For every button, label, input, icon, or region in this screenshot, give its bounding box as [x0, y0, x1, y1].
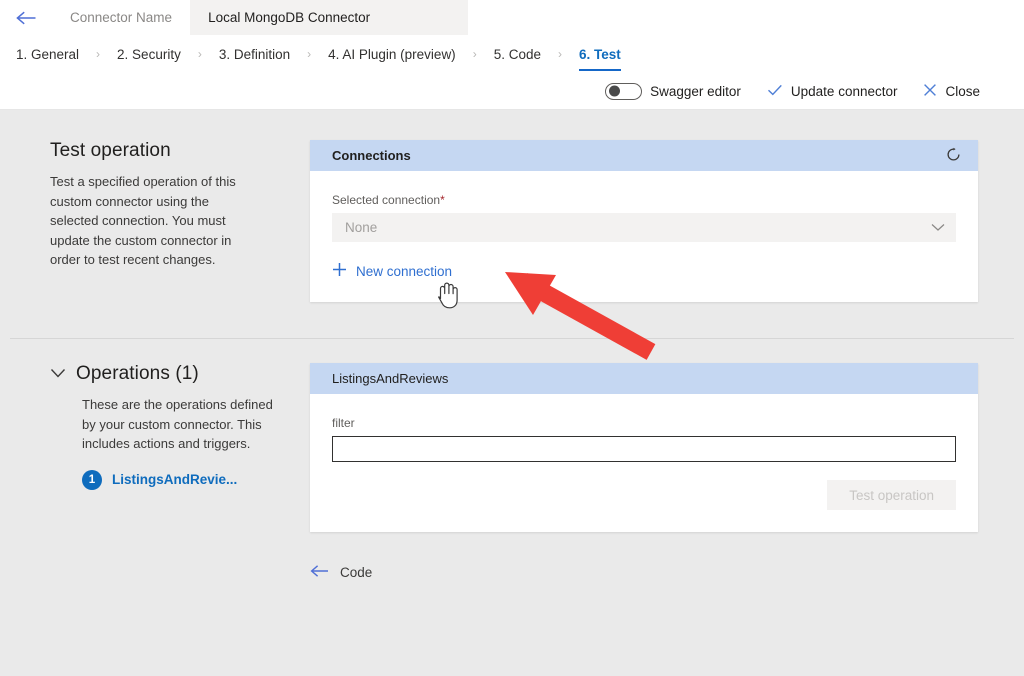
filter-input[interactable] — [332, 436, 956, 462]
step-separator: › — [96, 47, 101, 61]
selected-connection-dropdown[interactable]: None — [332, 213, 956, 242]
update-connector-button[interactable]: Update connector — [767, 83, 898, 100]
test-operation-section: Test operation Test a specified operatio… — [0, 110, 1024, 302]
connector-name-chip[interactable]: Local MongoDB Connector — [190, 0, 469, 35]
top-header-bar: Connector Name Local MongoDB Connector — [0, 0, 1024, 35]
chevron-down-icon — [931, 220, 945, 235]
step-definition[interactable]: 3. Definition — [207, 35, 302, 73]
test-operation-title: Test operation — [50, 140, 171, 161]
checkmark-icon — [767, 83, 783, 100]
page-content: Test operation Test a specified operatio… — [0, 110, 1024, 676]
selected-connection-label: Selected connection* — [332, 193, 956, 207]
close-icon — [923, 83, 937, 100]
step-separator: › — [197, 47, 202, 61]
command-bar: Swagger editor Update connector Close — [0, 73, 1024, 110]
operation-list-item[interactable]: 1 ListingsAndRevie... — [66, 469, 286, 490]
connections-card-title: Connections — [332, 148, 411, 163]
operation-name-label: ListingsAndRevie... — [112, 472, 238, 487]
operation-card: ListingsAndReviews filter Test operation — [310, 363, 978, 532]
step-general[interactable]: 1. General — [4, 35, 91, 73]
connector-name-label: Connector Name — [70, 10, 173, 25]
operations-description-column: Operations (1) These are the operations … — [0, 363, 310, 581]
step-security[interactable]: 2. Security — [105, 35, 193, 73]
refresh-icon — [946, 147, 961, 165]
footer-nav: Code — [310, 564, 978, 581]
connections-column: Connections Selected connection* None Ne… — [310, 140, 1024, 302]
step-test[interactable]: 6. Test — [567, 35, 633, 73]
selected-connection-label-text: Selected connection — [332, 193, 441, 207]
connections-card-header: Connections — [310, 140, 978, 171]
filter-field-label: filter — [332, 416, 355, 430]
selected-connection-value: None — [345, 220, 378, 235]
step-separator: › — [557, 47, 562, 61]
arrow-left-icon — [15, 10, 37, 26]
connections-card-body: Selected connection* None New connection — [310, 171, 978, 302]
new-connection-button[interactable]: New connection — [332, 262, 452, 280]
refresh-connections-button[interactable] — [942, 145, 964, 167]
connections-card: Connections Selected connection* None Ne… — [310, 140, 978, 302]
toggle-switch-icon[interactable] — [605, 82, 643, 100]
operation-card-title: ListingsAndReviews — [332, 371, 449, 386]
required-marker: * — [440, 193, 445, 207]
test-operation-description: Test a specified operation of this custo… — [50, 174, 236, 267]
close-label: Close — [945, 83, 980, 99]
operation-card-body: filter Test operation — [310, 394, 978, 532]
step-separator: › — [472, 47, 477, 61]
operations-section: Operations (1) These are the operations … — [0, 339, 1024, 581]
test-operation-button[interactable]: Test operation — [827, 480, 956, 510]
code-back-link[interactable]: Code — [310, 564, 372, 581]
connector-name-value: Local MongoDB Connector — [208, 10, 371, 25]
code-back-link-label: Code — [340, 565, 373, 580]
test-operation-description-column: Test operation Test a specified operatio… — [0, 140, 310, 302]
operation-card-column: ListingsAndReviews filter Test operation — [310, 363, 1024, 581]
swagger-editor-label: Swagger editor — [650, 83, 741, 99]
operation-card-header: ListingsAndReviews — [310, 363, 978, 394]
back-button[interactable] — [0, 0, 52, 35]
operation-button-row: Test operation — [332, 480, 956, 510]
operations-collapse-toggle[interactable]: Operations (1) — [50, 363, 286, 385]
operations-title: Operations (1) — [76, 363, 199, 384]
top-header-filler — [468, 0, 1024, 35]
chevron-down-icon — [50, 367, 66, 382]
update-connector-label: Update connector — [790, 83, 898, 99]
wizard-step-nav: 1. General › 2. Security › 3. Definition… — [0, 35, 1024, 73]
operations-description: These are the operations defined by your… — [82, 397, 273, 451]
new-connection-label: New connection — [356, 263, 453, 279]
arrow-left-icon — [310, 564, 330, 581]
operation-index-badge: 1 — [82, 469, 102, 490]
step-code[interactable]: 5. Code — [482, 35, 553, 73]
close-button[interactable]: Close — [923, 83, 980, 100]
step-ai-plugin[interactable]: 4. AI Plugin (preview) — [316, 35, 468, 73]
plus-icon — [332, 262, 347, 280]
swagger-editor-toggle[interactable]: Swagger editor — [605, 82, 741, 100]
step-separator: › — [307, 47, 312, 61]
